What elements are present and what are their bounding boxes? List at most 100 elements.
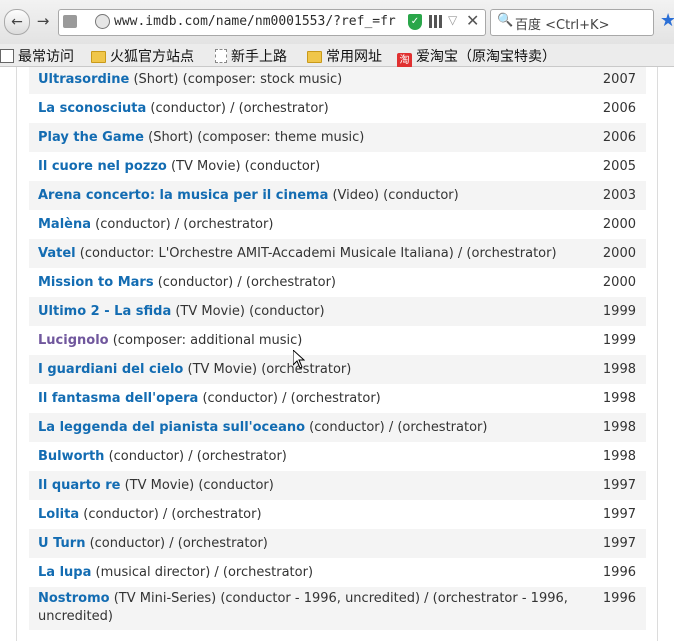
right-border bbox=[657, 67, 658, 641]
browser-toolbar: ← → www.imdb.com/name/nm0001553/?ref_=fr… bbox=[0, 0, 674, 44]
address-bar[interactable]: www.imdb.com/name/nm0001553/?ref_=fr ✓ ▽… bbox=[58, 9, 486, 36]
row-text: I guardiani del cielo (TV Movie) (orches… bbox=[38, 355, 592, 384]
film-year: 2000 bbox=[602, 217, 636, 232]
bookmark-ai-taobao[interactable]: 淘爱淘宝（原淘宝特卖） bbox=[397, 46, 556, 68]
film-credit-details: (TV Movie) (conductor) bbox=[120, 478, 274, 493]
film-title-link[interactable]: Vatel bbox=[38, 246, 76, 261]
film-credit-details: (conductor) / (orchestrator) bbox=[153, 275, 336, 290]
film-title-link[interactable]: Malèna bbox=[38, 217, 91, 232]
film-credit-details: (composer: additional music) bbox=[108, 333, 303, 348]
row-text: Ultimo 2 - La sfida (TV Movie) (conducto… bbox=[38, 297, 592, 326]
film-title-link[interactable]: Play the Game bbox=[38, 130, 144, 145]
film-credit-details: (Short) (composer: stock music) bbox=[129, 72, 343, 87]
row-text: Lucignolo (composer: additional music) bbox=[38, 326, 592, 355]
bookmark-common-sites[interactable]: 常用网址 bbox=[307, 46, 382, 66]
bookmark-label: 火狐官方站点 bbox=[110, 49, 194, 65]
film-credit-details: (conductor) / (orchestrator) bbox=[198, 391, 381, 406]
left-border bbox=[16, 67, 17, 641]
film-year: 1998 bbox=[602, 449, 636, 464]
row-text: Il cuore nel pozzo (TV Movie) (conductor… bbox=[38, 152, 592, 181]
bookmarks-bar: 最常访问 火狐官方站点 新手上路 常用网址 淘爱淘宝（原淘宝特卖） bbox=[0, 44, 674, 68]
row-text: Vatel (conductor: L'Orchestre AMIT-Accad… bbox=[38, 239, 592, 268]
row-text: Il quarto re (TV Movie) (conductor) bbox=[38, 471, 592, 500]
film-title-link[interactable]: Nostromo bbox=[38, 591, 110, 606]
film-credit-details: (musical director) / (orchestrator) bbox=[91, 565, 314, 580]
row-text: La lupa (musical director) / (orchestrat… bbox=[38, 558, 592, 587]
filmography-row: La sconosciuta (conductor) / (orchestrat… bbox=[29, 94, 646, 123]
film-year: 2003 bbox=[602, 188, 636, 203]
filmography-row: Ultimo 2 - La sfida (TV Movie) (conducto… bbox=[29, 297, 646, 326]
film-year: 1997 bbox=[602, 478, 636, 493]
row-text: La sconosciuta (conductor) / (orchestrat… bbox=[38, 94, 592, 123]
filmography-row: Malèna (conductor) / (orchestrator) 2000 bbox=[29, 210, 646, 239]
bookmark-getting-started[interactable]: 新手上路 bbox=[215, 46, 287, 66]
url-text[interactable]: www.imdb.com/name/nm0001553/?ref_=fr bbox=[114, 14, 404, 29]
film-year: 1999 bbox=[602, 333, 636, 348]
dropdown-arrow-icon[interactable]: ▽ bbox=[448, 13, 457, 27]
filmography-row: Il fantasma dell'opera (conductor) / (or… bbox=[29, 384, 646, 413]
film-credit-details: (TV Mini-Series) (conductor - 1996, uncr… bbox=[38, 591, 568, 624]
film-year: 1996 bbox=[602, 565, 636, 580]
bookmark-most-visited[interactable]: 最常访问 bbox=[0, 46, 74, 66]
close-icon[interactable]: ✕ bbox=[466, 11, 479, 30]
film-title-link[interactable]: Mission to Mars bbox=[38, 275, 154, 290]
bookmark-label: 最常访问 bbox=[18, 49, 74, 65]
film-credit-details: (conductor: L'Orchestre AMIT-Accademi Mu… bbox=[75, 246, 557, 261]
film-title-link[interactable]: Lucignolo bbox=[38, 333, 109, 348]
film-title-link[interactable]: U Turn bbox=[38, 536, 85, 551]
film-year: 2006 bbox=[602, 130, 636, 145]
filmography-row: I guardiani del cielo (TV Movie) (orches… bbox=[29, 355, 646, 384]
row-text: Lolita (conductor) / (orchestrator) bbox=[38, 500, 592, 529]
film-title-link[interactable]: Il cuore nel pozzo bbox=[38, 159, 167, 174]
film-title-link[interactable]: Ultimo 2 - La sfida bbox=[38, 304, 171, 319]
film-year: 1999 bbox=[602, 304, 636, 319]
bookmark-firefox-official[interactable]: 火狐官方站点 bbox=[91, 46, 194, 66]
search-bar[interactable]: 🔍 百度 <Ctrl+K> bbox=[490, 9, 654, 36]
film-credit-details: (conductor) / (orchestrator) bbox=[79, 507, 262, 522]
qr-code-icon[interactable] bbox=[429, 15, 442, 28]
forward-button[interactable]: → bbox=[33, 10, 53, 32]
film-title-link[interactable]: Arena concerto: la musica per il cinema bbox=[38, 188, 328, 203]
back-arrow-icon: ← bbox=[11, 14, 23, 30]
film-title-link[interactable]: I guardiani del cielo bbox=[38, 362, 183, 377]
search-input[interactable]: 百度 <Ctrl+K> bbox=[515, 14, 609, 33]
row-text: Arena concerto: la musica per il cinema … bbox=[38, 181, 592, 210]
filmography-row: Mission to Mars (conductor) / (orchestra… bbox=[29, 268, 646, 297]
row-text: Nostromo (TV Mini-Series) (conductor - 1… bbox=[38, 590, 592, 626]
filmography-row: Lolita (conductor) / (orchestrator) 1997 bbox=[29, 500, 646, 529]
bookmark-star-icon[interactable]: ★ bbox=[660, 10, 674, 31]
film-year: 2000 bbox=[602, 246, 636, 261]
film-title-link[interactable]: Il quarto re bbox=[38, 478, 120, 493]
tab-grid-icon[interactable] bbox=[63, 15, 77, 28]
filmography-row: Play the Game (Short) (composer: theme m… bbox=[29, 123, 646, 152]
film-title-link[interactable]: La sconosciuta bbox=[38, 101, 146, 116]
back-button[interactable]: ← bbox=[4, 9, 30, 35]
row-text: U Turn (conductor) / (orchestrator) bbox=[38, 529, 592, 558]
filmography-row: Vatel (conductor: L'Orchestre AMIT-Accad… bbox=[29, 239, 646, 268]
page-icon bbox=[215, 49, 227, 63]
film-title-link[interactable]: Lolita bbox=[38, 507, 79, 522]
security-shield-icon[interactable]: ✓ bbox=[408, 14, 422, 30]
globe-icon bbox=[95, 14, 110, 29]
film-credit-details: (TV Movie) (orchestrator) bbox=[183, 362, 352, 377]
row-text: Il fantasma dell'opera (conductor) / (or… bbox=[38, 384, 592, 413]
filmography-row: La lupa (musical director) / (orchestrat… bbox=[29, 558, 646, 587]
film-year: 1998 bbox=[602, 391, 636, 406]
row-text: Ultrasordine (Short) (composer: stock mu… bbox=[38, 67, 592, 94]
row-text: Malèna (conductor) / (orchestrator) bbox=[38, 210, 592, 239]
search-engine-icon[interactable]: 🔍 bbox=[497, 13, 513, 28]
film-credit-details: (conductor) / (orchestrator) bbox=[91, 217, 274, 232]
filmography-row: Arena concerto: la musica per il cinema … bbox=[29, 181, 646, 210]
film-year: 1998 bbox=[602, 420, 636, 435]
filmography-row: Ultrasordine (Short) (composer: stock mu… bbox=[29, 67, 646, 94]
folder-icon bbox=[91, 51, 106, 63]
bookmark-label: 爱淘宝（原淘宝特卖） bbox=[416, 49, 556, 65]
film-credit-details: (conductor) / (orchestrator) bbox=[85, 536, 268, 551]
film-title-link[interactable]: La lupa bbox=[38, 565, 91, 580]
film-title-link[interactable]: Ultrasordine bbox=[38, 72, 129, 87]
film-title-link[interactable]: Bulworth bbox=[38, 449, 104, 464]
film-year: 1997 bbox=[602, 536, 636, 551]
film-title-link[interactable]: La leggenda del pianista sull'oceano bbox=[38, 420, 305, 435]
film-title-link[interactable]: Il fantasma dell'opera bbox=[38, 391, 198, 406]
film-year: 2000 bbox=[602, 275, 636, 290]
